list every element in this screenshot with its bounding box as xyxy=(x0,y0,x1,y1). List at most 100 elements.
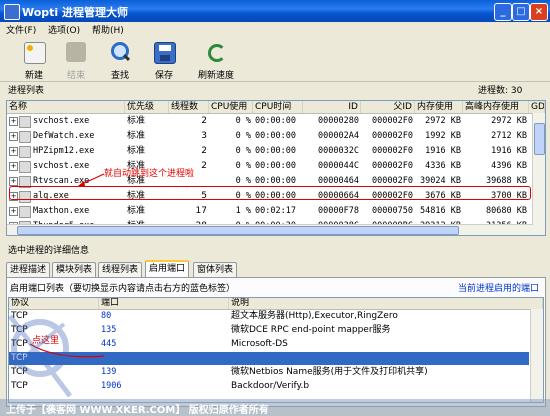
col-id[interactable]: ID xyxy=(303,101,361,113)
col-parent-id[interactable]: 父ID xyxy=(361,101,415,113)
process-cell-priority: 标准 xyxy=(127,131,146,141)
watermark-text: 上传于【袭客网 WWW.XKER.COM】 版权归原作者所有 xyxy=(6,405,269,416)
col-name[interactable]: 名称 xyxy=(7,101,125,113)
process-row[interactable]: + Maxthon.exe 标准 17 1 % 00:02:17 00000F78 00000… xyxy=(7,204,545,218)
col-cpu-usage[interactable]: CPU使用 xyxy=(209,101,253,113)
process-cell-memory: 4336 KB xyxy=(425,161,461,171)
col-priority[interactable]: 优先级 xyxy=(125,101,169,113)
minimize-button[interactable]: _ xyxy=(494,3,512,21)
tab-process-description[interactable]: 进程描述 xyxy=(6,262,51,277)
port-row[interactable]: TCP135微软DCE RPC end-point mapper服务 xyxy=(9,324,529,337)
annotation-arrow-icon xyxy=(78,173,105,186)
end-process-icon xyxy=(66,42,86,62)
expand-icon[interactable]: + xyxy=(9,162,18,171)
process-cell-peak-memory: 80680 KB xyxy=(486,206,527,216)
port-vertical-scrollbar[interactable] xyxy=(530,309,543,402)
process-cell-name: HPZipm12.exe xyxy=(33,146,95,156)
end-button[interactable]: 结束 xyxy=(56,40,96,81)
process-horizontal-scrollbar[interactable] xyxy=(7,224,533,235)
col-memory[interactable]: 内存使用 xyxy=(415,101,463,113)
port-hint: 启用端口列表（要切换显示内容请点击右方的蓝色标签） xyxy=(10,284,236,294)
maximize-button[interactable]: □ xyxy=(512,3,530,21)
port-row[interactable]: TCP 80 超文本服务器(Http),Executor,RingZero xyxy=(9,310,529,323)
col-peak-memory[interactable]: 高峰内存使用 xyxy=(463,101,529,113)
process-cell-id: 0000044C xyxy=(318,161,359,171)
process-row[interactable]: + DefWatch.exe 标准 3 0 % 00:00:00 000002A4 00000… xyxy=(7,129,545,143)
process-cell-cpu-time: 00:02:17 xyxy=(255,206,296,216)
current-ports-link[interactable]: 当前进程启用的端口 xyxy=(458,281,539,294)
col-cpu-time[interactable]: CPU时间 xyxy=(253,101,303,113)
process-cell-cpu: 0 % xyxy=(235,116,251,126)
toolbar: 新建 结束 查找 保存 刷新速度 xyxy=(0,37,550,82)
tab-window-list[interactable]: 窗体列表 xyxy=(193,262,238,277)
search-button[interactable]: 查找 xyxy=(100,40,140,81)
scrollbar-thumb[interactable] xyxy=(534,123,545,155)
process-cell-memory: 2972 KB xyxy=(425,116,461,126)
process-row[interactable]: + svchost.exe 标准 2 0 % 00:00:00 00000280 000002… xyxy=(7,114,545,128)
window-title: Wopti 进程管理大师 xyxy=(22,6,129,19)
menu-bar: 文件(F) 选项(O) 帮助(H) xyxy=(0,22,550,37)
process-cell-name: Maxthon.exe xyxy=(33,206,90,216)
process-cell-memory: 1992 KB xyxy=(425,131,461,141)
col-gdi[interactable]: GD xyxy=(529,101,545,113)
port-cell-description: Backdoor/Verify.b xyxy=(231,381,310,391)
process-cell-parent-id: 000002F0 xyxy=(372,161,413,171)
menu-help[interactable]: 帮助(H) xyxy=(92,23,124,36)
new-button[interactable]: 新建 xyxy=(14,40,54,81)
expand-icon[interactable]: + xyxy=(9,177,18,186)
expand-icon[interactable]: + xyxy=(9,207,18,216)
refresh-speed-button[interactable]: 刷新速度 xyxy=(194,40,238,81)
process-row[interactable]: + svchost.exe 标准 2 0 % 00:00:00 0000044C 000002… xyxy=(7,159,545,173)
process-list-title: 进程列表 xyxy=(8,86,45,96)
process-cell-id: 00000F78 xyxy=(318,206,359,216)
save-icon xyxy=(154,42,176,64)
process-cell-threads: 3 xyxy=(201,131,207,141)
process-vertical-scrollbar[interactable] xyxy=(532,113,545,235)
process-row[interactable]: + HPZipm12.exe 标准 2 0 % 00:00:00 0000032C 00000… xyxy=(7,144,545,158)
port-cell-port: 445 xyxy=(101,339,117,349)
port-cell-description: Microsoft-DS xyxy=(231,339,288,349)
title-bar[interactable]: Wopti 进程管理大师 _ □ × xyxy=(0,0,550,22)
expand-icon[interactable]: + xyxy=(9,117,18,126)
process-cell-threads: 2 xyxy=(201,146,207,156)
port-grid-header: 协议 端口 说明 xyxy=(9,298,543,310)
save-button[interactable]: 保存 xyxy=(144,40,184,81)
process-cell-parent-id: 000002F0 xyxy=(372,131,413,141)
app-icon xyxy=(4,4,20,20)
process-cell-memory: 54816 KB xyxy=(420,206,461,216)
save-button-label: 保存 xyxy=(154,71,173,81)
process-cell-priority: 标准 xyxy=(127,206,146,216)
expand-icon[interactable]: + xyxy=(9,147,18,156)
process-cell-parent-id: 00000750 xyxy=(372,206,413,216)
tab-module-list[interactable]: 模块列表 xyxy=(52,262,97,277)
process-cell-priority: 标准 xyxy=(127,146,146,156)
col-port[interactable]: 端口 xyxy=(99,298,229,309)
process-cell-threads: 17 xyxy=(195,206,207,216)
port-cell-port: 135 xyxy=(101,325,117,335)
process-cell-name: DefWatch.exe xyxy=(33,131,95,141)
process-icon xyxy=(19,131,31,143)
port-cell-description xyxy=(229,352,529,365)
port-row[interactable]: TCP 139 微软Netbios Name服务(用于文件及打印机共享) xyxy=(9,366,529,379)
scrollbar-thumb-h[interactable] xyxy=(17,226,459,235)
port-cell-port: 139 xyxy=(101,367,117,377)
end-button-label: 结束 xyxy=(66,71,85,81)
process-count: 进程数: 30 xyxy=(478,86,523,96)
expand-icon[interactable]: + xyxy=(9,132,18,141)
refresh-speed-label: 刷新速度 xyxy=(197,71,234,81)
col-description[interactable]: 说明 xyxy=(229,298,543,309)
port-row[interactable]: TCP 1906 Backdoor/Verify.b xyxy=(9,380,529,393)
process-grid[interactable]: 名称 优先级 线程数 CPU使用 CPU时间 ID 父ID 内存使用 高峰内存使… xyxy=(6,100,546,236)
close-button[interactable]: × xyxy=(530,3,548,21)
process-icon xyxy=(19,161,31,173)
new-button-label: 新建 xyxy=(24,71,43,81)
process-cell-cpu: 0 % xyxy=(235,161,251,171)
process-cell-id: 000002A4 xyxy=(318,131,359,141)
port-cell-port: 80 xyxy=(101,311,112,321)
menu-options[interactable]: 选项(O) xyxy=(48,23,80,36)
col-threads[interactable]: 线程数 xyxy=(169,101,209,113)
tab-thread-list[interactable]: 线程列表 xyxy=(98,262,143,277)
process-cell-peak-memory: 1916 KB xyxy=(491,146,527,156)
menu-file[interactable]: 文件(F) xyxy=(6,23,36,36)
process-icon xyxy=(19,116,31,128)
